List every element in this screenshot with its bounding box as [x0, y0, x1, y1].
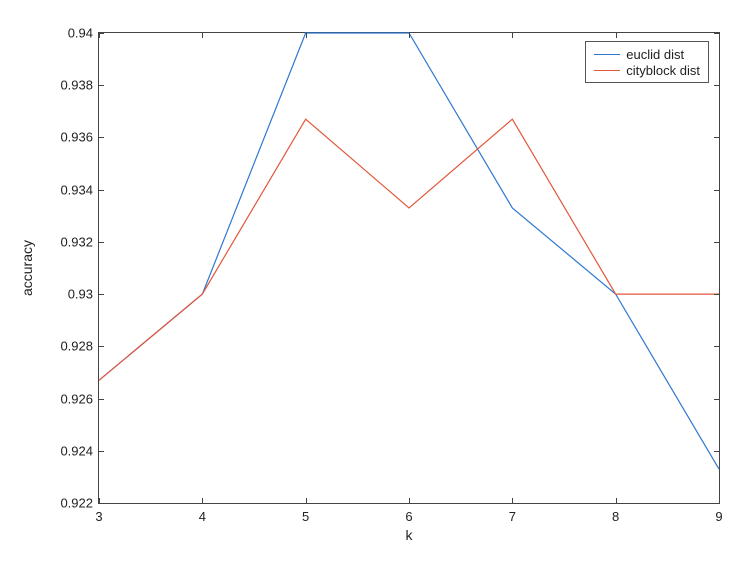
- y-tick: [99, 190, 104, 191]
- y-tick: [714, 346, 719, 347]
- y-tick: [714, 451, 719, 452]
- legend: euclid distcityblock dist: [585, 41, 709, 83]
- x-tick-label: 3: [95, 503, 102, 524]
- y-tick-label: 0.94: [68, 26, 99, 41]
- y-tick-label: 0.926: [60, 391, 99, 406]
- x-axis-label: k: [406, 527, 413, 543]
- x-tick: [512, 33, 513, 38]
- y-tick: [99, 451, 104, 452]
- y-tick: [99, 137, 104, 138]
- x-tick: [99, 33, 100, 38]
- y-axis-label: accuracy: [19, 240, 35, 296]
- y-tick: [714, 85, 719, 86]
- y-tick-label: 0.928: [60, 339, 99, 354]
- x-tick-label: 9: [715, 503, 722, 524]
- x-tick: [202, 33, 203, 38]
- series-line: [99, 119, 719, 380]
- x-tick-label: 7: [509, 503, 516, 524]
- y-tick-label: 0.932: [60, 234, 99, 249]
- x-tick-label: 6: [405, 503, 412, 524]
- legend-item: euclid dist: [594, 46, 700, 62]
- y-tick-label: 0.922: [60, 496, 99, 511]
- plot-area: k accuracy euclid distcityblock dist 0.9…: [98, 32, 720, 504]
- y-tick-label: 0.93: [68, 287, 99, 302]
- x-tick-label: 5: [302, 503, 309, 524]
- legend-item: cityblock dist: [594, 62, 700, 78]
- x-tick: [306, 33, 307, 38]
- y-tick: [99, 346, 104, 347]
- y-tick: [99, 85, 104, 86]
- y-tick: [714, 294, 719, 295]
- y-tick-label: 0.936: [60, 130, 99, 145]
- y-tick: [714, 399, 719, 400]
- legend-label: euclid dist: [626, 47, 684, 62]
- x-tick: [409, 33, 410, 38]
- legend-swatch: [594, 54, 620, 55]
- y-tick-label: 0.934: [60, 182, 99, 197]
- legend-swatch: [594, 70, 620, 71]
- x-tick-label: 8: [612, 503, 619, 524]
- chart-lines: [99, 33, 719, 503]
- y-tick: [99, 242, 104, 243]
- y-tick: [714, 137, 719, 138]
- x-tick: [616, 33, 617, 38]
- y-tick: [99, 399, 104, 400]
- y-tick: [99, 294, 104, 295]
- x-tick: [719, 33, 720, 38]
- y-tick: [714, 242, 719, 243]
- legend-label: cityblock dist: [626, 63, 700, 78]
- y-tick-label: 0.938: [60, 78, 99, 93]
- y-tick-label: 0.924: [60, 443, 99, 458]
- y-tick: [714, 190, 719, 191]
- series-line: [99, 33, 719, 469]
- x-tick-label: 4: [199, 503, 206, 524]
- chart-figure: k accuracy euclid distcityblock dist 0.9…: [0, 0, 749, 562]
